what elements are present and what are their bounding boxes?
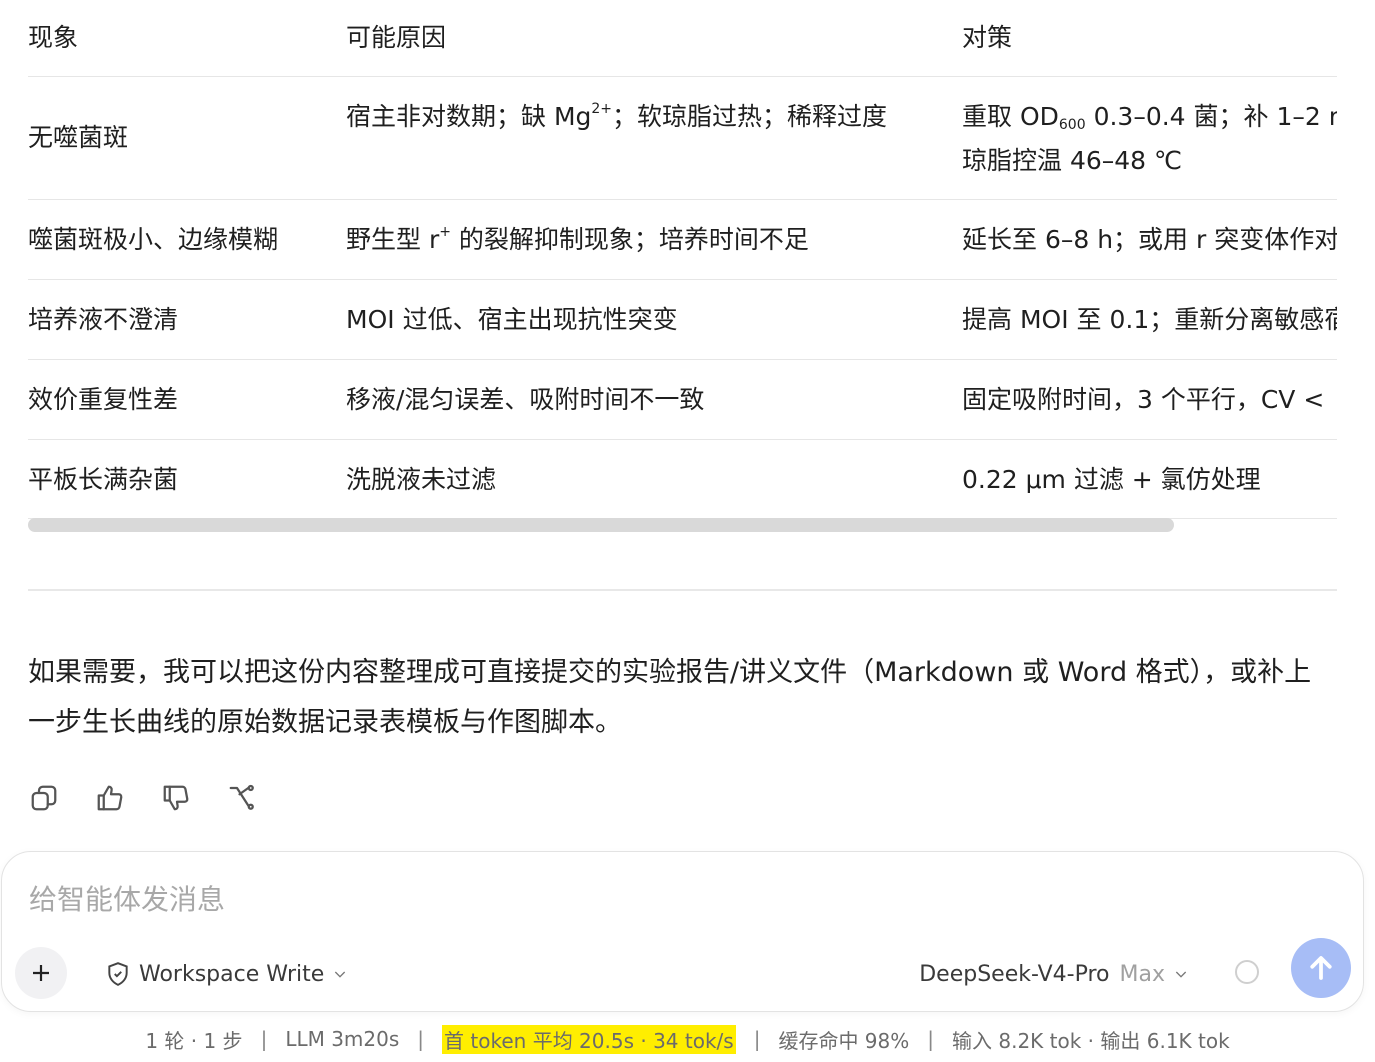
cell-cause: 野生型 r+ 的裂解抑制现象；培养时间不足 xyxy=(346,224,809,254)
header-cause: 可能原因 xyxy=(346,23,447,52)
cell-fix: 0.22 μm 过滤 + 氯仿处理 xyxy=(962,465,1261,494)
workspace-mode-dropdown[interactable]: Workspace Write xyxy=(105,957,348,991)
chat-page: 现象 可能原因 对策 无噬菌斑 宿主非对数期；缺 Mg2+；软琼脂过热；稀释过度… xyxy=(0,0,1375,1062)
cell-phenomenon: 平板长满杂菌 xyxy=(28,465,179,494)
table-row: 培养液不澄清 MOI 过低、宿主出现抗性突变 提高 MOI 至 0.1；重新分离… xyxy=(28,280,1337,360)
loading-spinner-icon xyxy=(1235,960,1259,984)
plus-icon xyxy=(33,965,49,981)
cell-fix: 延长至 6–8 h；或用 r 突变体作对 xyxy=(962,225,1337,254)
stat-separator: | xyxy=(260,1027,268,1051)
branch-icon xyxy=(229,784,254,810)
cell-cause: 洗脱液未过滤 xyxy=(346,465,497,494)
table-row: 无噬菌斑 宿主非对数期；缺 Mg2+；软琼脂过热；稀释过度 重取 OD600 0… xyxy=(28,77,1337,200)
table-row: 效价重复性差 移液/混匀误差、吸附时间不一致 固定吸附时间，3 个平行，CV < xyxy=(28,360,1337,440)
cell-cause: MOI 过低、宿主出现抗性突变 xyxy=(346,305,678,334)
cell-fix: 提高 MOI 至 0.1；重新分离敏感宿 xyxy=(962,305,1337,334)
cell-phenomenon: 培养液不澄清 xyxy=(28,305,179,334)
thumbs-up-icon xyxy=(97,785,123,811)
cell-phenomenon: 效价重复性差 xyxy=(28,385,179,414)
stat-separator: | xyxy=(927,1027,935,1051)
model-name: DeepSeek-V4-Pro xyxy=(919,961,1110,987)
cell-phenomenon: 无噬菌斑 xyxy=(28,123,129,152)
branch-button[interactable] xyxy=(224,780,260,816)
troubleshooting-table: 现象 可能原因 对策 无噬菌斑 宿主非对数期；缺 Mg2+；软琼脂过热；稀释过度… xyxy=(28,0,1337,534)
message-composer: Workspace Write DeepSeek-V4-Pro Max xyxy=(1,851,1364,1012)
stat-separator: | xyxy=(417,1027,425,1051)
model-tier: Max xyxy=(1119,961,1165,987)
message-actions xyxy=(26,780,260,816)
table-row: 噬菌斑极小、边缘模糊 野生型 r+ 的裂解抑制现象；培养时间不足 延长至 6–8… xyxy=(28,200,1337,280)
table-row: 平板长满杂菌 洗脱液未过滤 0.22 μm 过滤 + 氯仿处理 xyxy=(28,440,1337,519)
model-selector-dropdown[interactable]: DeepSeek-V4-Pro Max xyxy=(919,957,1189,991)
arrow-up-icon xyxy=(1310,956,1332,980)
send-button[interactable] xyxy=(1291,938,1351,998)
cell-fix: 固定吸附时间，3 个平行，CV < xyxy=(962,385,1325,414)
add-attachment-button[interactable] xyxy=(15,947,67,999)
like-button[interactable] xyxy=(92,780,128,816)
stat-first-token: 首 token 平均 20.5s · 34 tok/s xyxy=(442,1024,736,1054)
section-divider xyxy=(28,589,1337,591)
table-horizontal-scrollbar[interactable] xyxy=(28,518,1174,532)
chevron-down-icon xyxy=(1175,971,1187,978)
stat-separator: | xyxy=(753,1027,761,1051)
stat-tokens: 输入 8.2K tok · 输出 6.1K tok xyxy=(952,1028,1230,1053)
cell-cause: 宿主非对数期；缺 Mg2+；软琼脂过热；稀释过度 xyxy=(346,101,888,131)
copy-icon xyxy=(31,785,57,811)
header-fix: 对策 xyxy=(962,23,1013,52)
copy-button[interactable] xyxy=(26,780,62,816)
shield-icon xyxy=(108,962,128,986)
stat-llm-time: LLM 3m20s xyxy=(285,1027,400,1051)
table-header-row: 现象 可能原因 对策 xyxy=(28,0,1337,77)
chevron-down-icon xyxy=(335,971,346,978)
header-phenomenon: 现象 xyxy=(28,23,79,52)
stat-turns: 1 轮 · 1 步 xyxy=(145,1028,243,1053)
cell-fix: 重取 OD600 0.3–0.4 菌；补 1–2 m 琼脂控温 46–48 ℃ xyxy=(962,102,1337,175)
assistant-message-text: 如果需要，我可以把这份内容整理成可直接提交的实验报告/讲义文件（Markdown… xyxy=(28,657,1312,738)
cell-phenomenon: 噬菌斑极小、边缘模糊 xyxy=(28,225,279,254)
workspace-mode-label: Workspace Write xyxy=(139,961,325,987)
cell-cause: 移液/混匀误差、吸附时间不一致 xyxy=(346,385,705,414)
dislike-button[interactable] xyxy=(158,780,194,816)
thumbs-down-icon xyxy=(163,785,189,811)
usage-stats-bar: 1 轮 · 1 步 | LLM 3m20s | 首 token 平均 20.5s… xyxy=(0,1024,1375,1054)
stat-cache-hit: 缓存命中 98% xyxy=(778,1028,910,1053)
message-input[interactable] xyxy=(29,874,1329,924)
